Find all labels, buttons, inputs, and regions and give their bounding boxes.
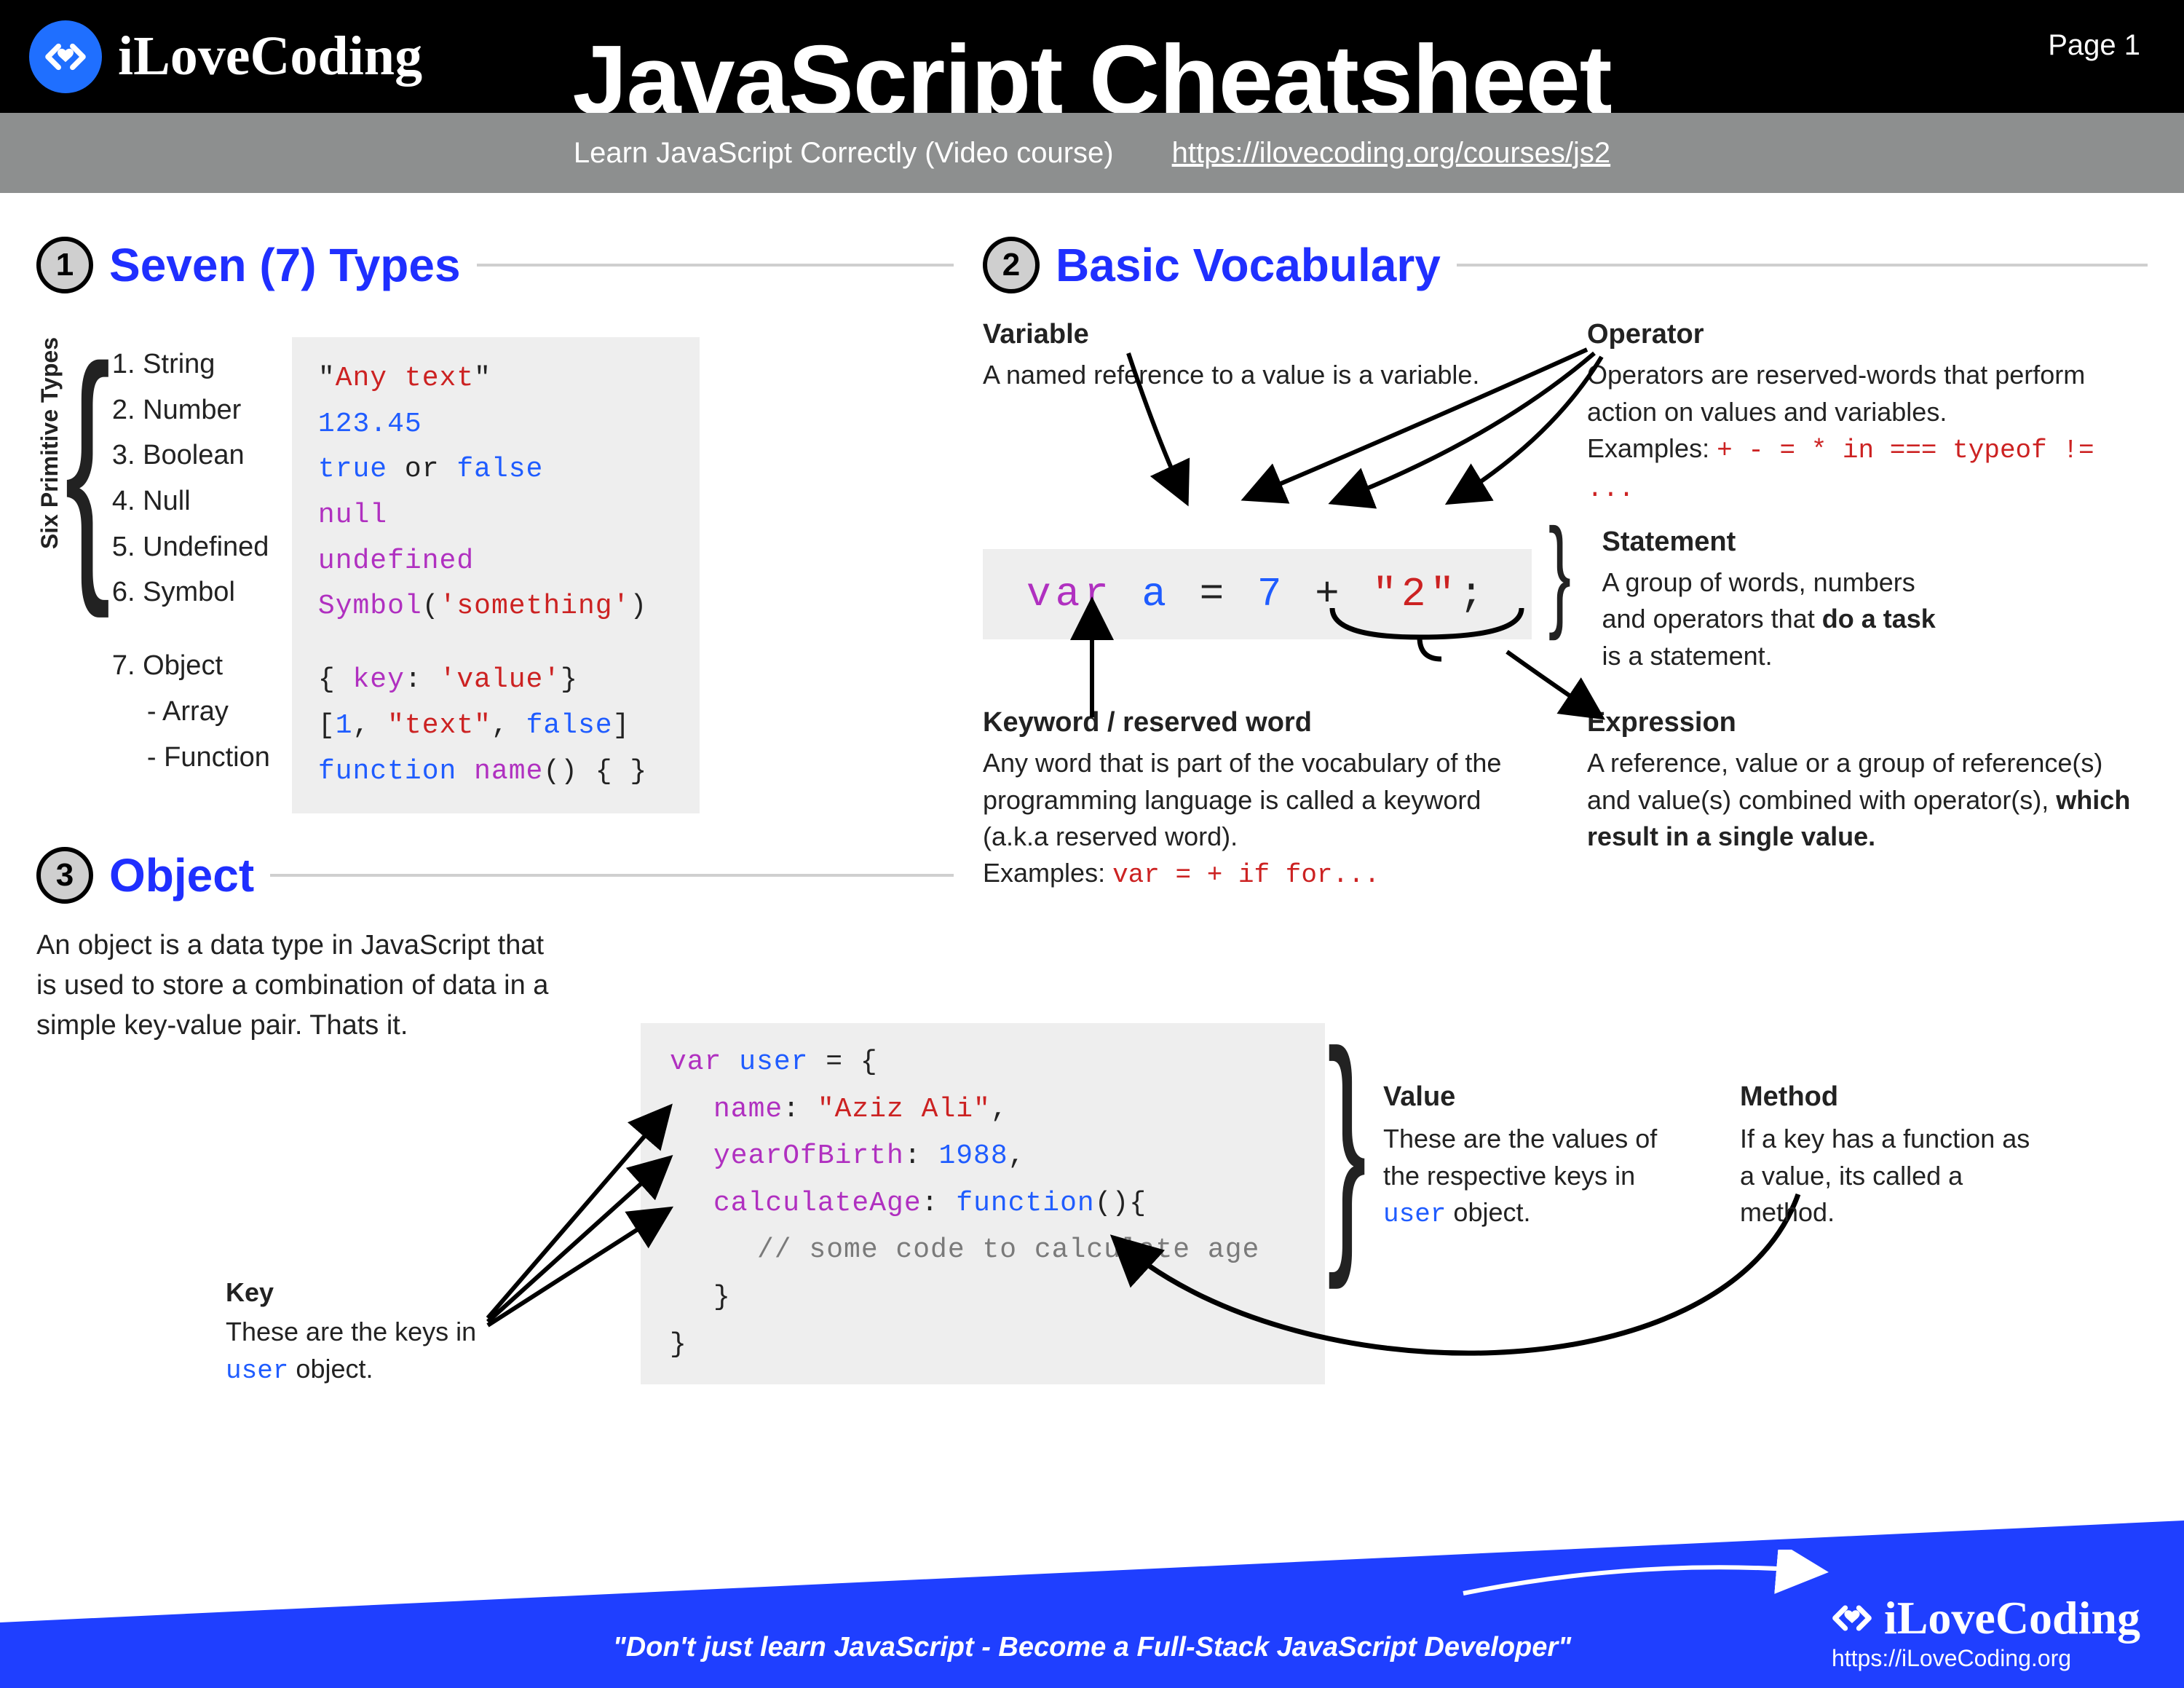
- type-object: 7. Object: [112, 643, 270, 689]
- expression-callout: Expression A reference, value or a group…: [1587, 703, 2148, 894]
- type-string: 1. String: [112, 342, 270, 387]
- brace-icon: }: [1327, 1019, 1366, 1269]
- course-link[interactable]: https://ilovecoding.org/courses/js2: [1172, 137, 1611, 170]
- section-1-heading: 1 Seven (7) Types: [36, 237, 954, 293]
- header-bar: iLoveCoding JavaScript Cheatsheet Page 1: [0, 0, 2184, 113]
- subtitle: Learn JavaScript Correctly (Video course…: [574, 137, 1114, 170]
- type-null: 4. Null: [112, 478, 270, 524]
- section-number-1: 1: [36, 237, 93, 293]
- divider: [1457, 264, 2148, 267]
- section-number-2: 2: [983, 237, 1040, 293]
- type-boolean: 3. Boolean: [112, 433, 270, 478]
- primitive-types-label: Six Primitive Types: [36, 337, 63, 564]
- type-symbol: 6. Symbol: [112, 569, 270, 615]
- variable-callout: Variable A named reference to a value is…: [983, 315, 1543, 508]
- page-title: JavaScript Cheatsheet: [0, 31, 2184, 113]
- statement-callout: Statement A group of words, numbers and …: [1602, 523, 1937, 674]
- type-array: - Array: [112, 689, 270, 735]
- type-function: - Function: [112, 735, 270, 781]
- operator-callout: Operator Operators are reserved-words th…: [1587, 315, 2148, 508]
- divider: [270, 874, 954, 877]
- divider: [477, 264, 954, 267]
- type-undefined: 5. Undefined: [112, 524, 270, 570]
- object-description: An object is a data type in JavaScript t…: [36, 926, 561, 1046]
- section-1-title: Seven (7) Types: [109, 238, 461, 292]
- section-3-heading: 3 Object: [36, 847, 954, 904]
- brace-icon: {: [65, 337, 111, 592]
- footer-url[interactable]: https://iLoveCoding.org: [1832, 1645, 2140, 1672]
- types-list: 1. String 2. Number 3. Boolean 4. Null 5…: [112, 337, 270, 780]
- footer: "Don't just learn JavaScript - Become a …: [0, 1521, 2184, 1688]
- section-2-heading: 2 Basic Vocabulary: [983, 237, 2148, 293]
- page-number: Page 1: [2048, 29, 2140, 62]
- brace-icon: }: [1548, 523, 1571, 622]
- section-3-title: Object: [109, 848, 254, 902]
- section-2-title: Basic Vocabulary: [1056, 238, 1441, 292]
- keyword-callout: Keyword / reserved word Any word that is…: [983, 703, 1543, 894]
- types-code: "Any text" 123.45 true or false null und…: [292, 337, 700, 813]
- footer-brand: iLoveCoding: [1832, 1591, 2140, 1645]
- types-area: Six Primitive Types { 1. String 2. Numbe…: [36, 337, 954, 813]
- value-callout: Value These are the values of the respec…: [1383, 1078, 1689, 1233]
- type-number: 2. Number: [112, 387, 270, 433]
- object-code: var user = { name: "Aziz Ali", yearOfBir…: [641, 1023, 1325, 1384]
- key-callout: Key These are the keys in user object.: [226, 1274, 517, 1389]
- footer-arrow-icon: [1456, 1550, 1835, 1608]
- code-heart-icon: [1832, 1598, 1872, 1638]
- sub-header: Learn JavaScript Correctly (Video course…: [0, 113, 2184, 193]
- method-callout: Method If a key has a function as a valu…: [1740, 1078, 2046, 1233]
- vocab-code-line: var a = 7 + "2";: [983, 549, 1532, 639]
- section-number-3: 3: [36, 847, 93, 904]
